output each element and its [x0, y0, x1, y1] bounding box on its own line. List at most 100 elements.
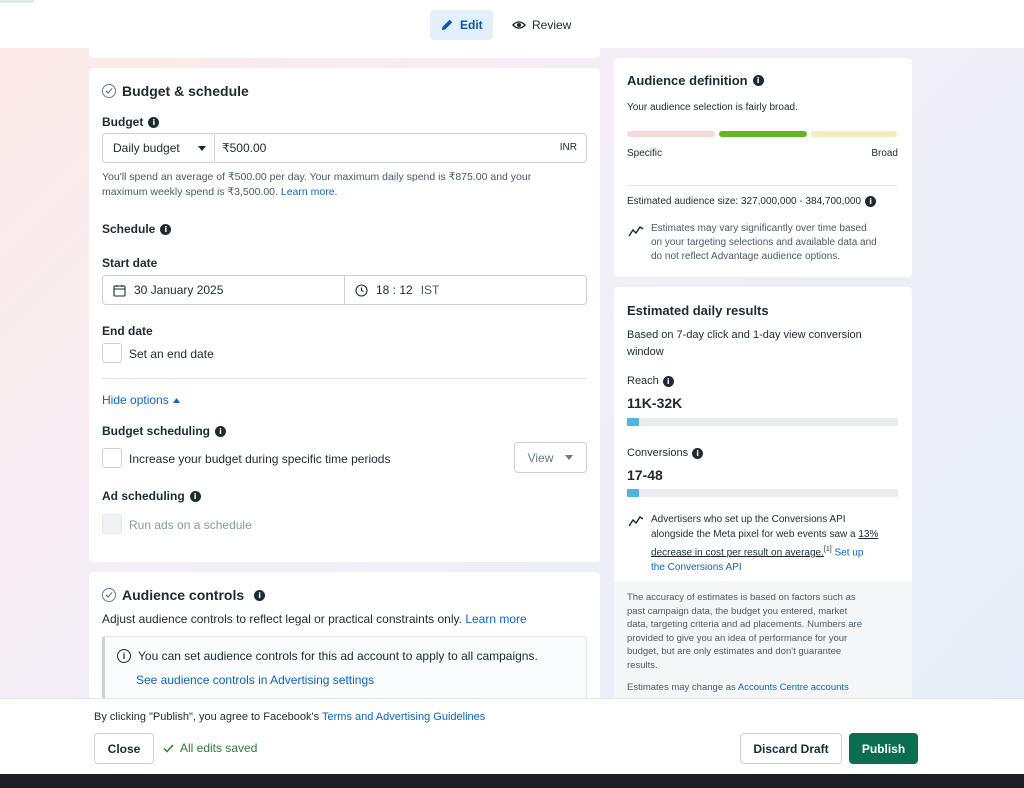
currency-label: INR — [559, 142, 577, 153]
accuracy-line-6: results. — [627, 659, 658, 671]
reach-value: 11K-32K — [627, 395, 683, 411]
ad-scheduling-label-text: Ad scheduling — [102, 489, 185, 503]
info-icon[interactable]: i — [148, 116, 160, 128]
budget-input-group: Daily budget ₹500.00 INR — [102, 133, 587, 163]
budget-scheduling-checkbox-label: Increase your budget during specific tim… — [129, 452, 391, 466]
save-status: All edits saved — [163, 741, 257, 755]
basis-line-1: Based on 7-day click and 1-day view conv… — [627, 329, 862, 341]
tip-line-3: decrease in cost per result on average. — [651, 547, 824, 559]
audience-controls-notice: i You can set audience controls for this… — [102, 636, 587, 706]
info-icon[interactable]: i — [752, 75, 764, 86]
eye-icon — [512, 21, 526, 29]
budget-label: Budget i — [102, 115, 160, 129]
accuracy-line-1: The accuracy of estimates is based on fa… — [627, 592, 856, 603]
info-icon[interactable]: i — [160, 223, 172, 235]
divider — [102, 378, 587, 379]
tab-edit-label: Edit — [460, 18, 483, 32]
budget-type-dropdown[interactable]: Daily budget — [103, 134, 215, 162]
tip-line-1: Advertisers who set up the Conversions A… — [651, 514, 846, 525]
estimates-change-note: Estimates may change as Accounts Centre … — [627, 682, 849, 693]
timezone-label: IST — [420, 283, 440, 297]
start-date-label: Start date — [102, 256, 158, 270]
budget-type-value: Daily budget — [113, 141, 180, 155]
audience-controls-description: Adjust audience controls to reflect lega… — [102, 612, 527, 626]
terms-link[interactable]: Terms and Advertising Guidelines — [322, 711, 485, 723]
accuracy-line-5: budget, but are only estimates and don't… — [627, 646, 842, 658]
audience-controls-heading: Audience controls i — [102, 587, 266, 603]
setup-conversions-api-link[interactable]: Set up — [834, 547, 863, 558]
reach-bar-fill — [627, 418, 640, 426]
tab-edit[interactable]: Edit — [430, 10, 493, 40]
info-circle-icon: i — [117, 649, 131, 663]
audience-note-line-3: do not reflect Advantage audience option… — [651, 251, 841, 262]
caret-down-icon — [565, 455, 574, 460]
ad-scheduling-checkbox[interactable] — [102, 514, 122, 534]
estimated-audience-size: Estimated audience size: 327,000,000 - 3… — [627, 196, 877, 207]
start-date-value: 30 January 2025 — [134, 283, 224, 297]
meter-specific-segment — [627, 131, 715, 137]
tip-percent: 13% — [858, 529, 879, 540]
start-time-input[interactable]: 18 : 12 IST — [355, 276, 439, 304]
start-datetime-group: 30 January 2025 18 : 12 IST — [102, 275, 587, 305]
conversions-label-text: Conversions — [627, 447, 689, 459]
checkmark-icon — [163, 743, 174, 753]
budget-description-line-2: maximum weekly spend is ₹3,500.00. — [102, 186, 278, 198]
conversions-bar — [627, 489, 898, 497]
end-date-checkbox[interactable] — [102, 343, 122, 363]
audience-definition-heading: Audience definition i — [627, 73, 764, 88]
audience-settings-link[interactable]: See audience controls in Advertising set… — [136, 673, 374, 687]
audience-controls-card: Audience controls i Adjust audience cont… — [89, 572, 600, 712]
change-note-text: Estimates may change as — [627, 682, 736, 693]
tip-reference[interactable]: [1] — [824, 546, 832, 553]
caret-up-icon — [172, 397, 180, 403]
conversions-api-link[interactable]: the Conversions API — [651, 560, 901, 575]
discard-draft-button[interactable]: Discard Draft — [740, 733, 842, 764]
info-icon[interactable]: i — [865, 196, 877, 207]
budget-scheduling-checkbox[interactable] — [102, 448, 122, 468]
close-button[interactable]: Close — [94, 733, 154, 764]
budget-scheduling-label: Budget scheduling i — [102, 424, 226, 438]
audience-estimate-note: Estimates may vary significantly over ti… — [651, 222, 877, 264]
info-icon[interactable]: i — [254, 589, 266, 601]
basis-line-2: window — [627, 346, 664, 358]
audience-controls-title: Audience controls — [122, 587, 245, 603]
budget-scheduling-label-text: Budget scheduling — [102, 424, 210, 438]
accuracy-footnote-panel: The accuracy of estimates is based on fa… — [614, 581, 912, 707]
info-icon[interactable]: i — [662, 375, 674, 387]
accuracy-line-3: data, targeting criteria and ad placemen… — [627, 619, 862, 631]
check-circle-icon — [102, 84, 116, 98]
start-date-input[interactable]: 30 January 2025 — [103, 276, 345, 304]
audience-controls-learn-more-link[interactable]: Learn more — [465, 612, 526, 626]
tab-review[interactable]: Review — [502, 10, 581, 40]
budget-label-text: Budget — [102, 115, 144, 129]
accuracy-footnote: The accuracy of estimates is based on fa… — [627, 591, 862, 673]
pencil-icon — [441, 19, 453, 31]
start-time-value: 18 : 12 — [376, 283, 413, 297]
ad-scheduling-checkbox-label: Run ads on a schedule — [129, 518, 252, 532]
conversions-bar-fill — [627, 489, 640, 497]
estimated-daily-results-card: Estimated daily results Based on 7-day c… — [614, 287, 912, 707]
budget-learn-more-link[interactable]: Learn more. — [281, 186, 338, 198]
accounts-centre-link[interactable]: Accounts Centre accounts — [738, 682, 849, 693]
tab-review-label: Review — [532, 18, 572, 32]
budget-amount-input[interactable]: ₹500.00 — [222, 141, 266, 155]
reach-label: Reach i — [627, 375, 674, 387]
clock-icon — [355, 283, 368, 297]
top-bar: Edit Review — [0, 0, 1024, 48]
publish-agreement: By clicking "Publish", you agree to Face… — [94, 711, 485, 723]
info-icon[interactable]: i — [215, 425, 226, 437]
hide-options-link[interactable]: Hide options — [102, 393, 180, 407]
check-circle-icon — [102, 588, 116, 602]
budget-schedule-heading: Budget & schedule — [102, 83, 249, 99]
taskbar-strip — [0, 774, 1024, 788]
info-icon[interactable]: i — [692, 447, 704, 459]
divider — [627, 185, 897, 186]
save-status-text: All edits saved — [180, 741, 258, 755]
info-icon[interactable]: i — [189, 490, 201, 502]
daily-results-title: Estimated daily results — [627, 303, 769, 318]
publish-button[interactable]: Publish — [849, 733, 918, 764]
view-dropdown-button[interactable]: View — [514, 442, 587, 473]
meter-specific-label: Specific — [627, 148, 663, 159]
audience-note-line-2: on your targeting selections and availab… — [651, 237, 877, 248]
audience-definition-card: Audience definition i Your audience sele… — [614, 58, 912, 277]
